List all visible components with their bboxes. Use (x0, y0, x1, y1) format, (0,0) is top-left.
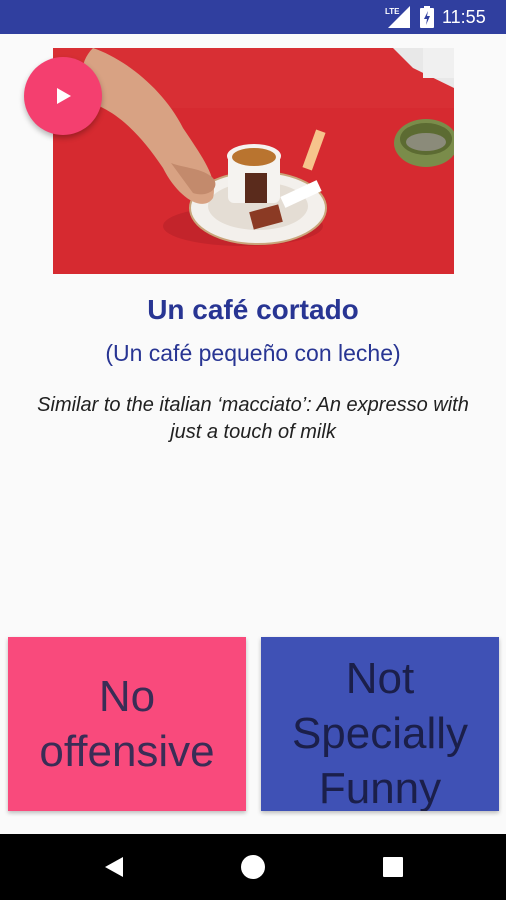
back-icon (105, 857, 123, 877)
answer-right-label: Not Specially Funny (291, 654, 469, 811)
video-thumbnail[interactable] (53, 48, 454, 274)
play-button[interactable] (24, 57, 102, 135)
nav-back-button[interactable] (97, 850, 131, 884)
phrase-title: Un café cortado (147, 294, 359, 325)
status-time: 11:55 (442, 7, 486, 27)
nav-home-button[interactable] (236, 850, 270, 884)
navigation-bar (0, 834, 506, 900)
play-icon (57, 88, 71, 104)
answer-no-offensive-button[interactable]: No offensive (8, 637, 246, 811)
phrase-description: Similar to the italian ‘macciato’: An ex… (37, 394, 469, 443)
coffee-scene-image (53, 48, 454, 274)
answer-not-specially-funny-button[interactable]: Not Specially Funny (261, 637, 499, 811)
battery-icon (420, 6, 434, 28)
nav-recents-button[interactable] (376, 850, 410, 884)
recents-icon (383, 857, 403, 877)
phrase-translation: (Un café pequeño con leche) (105, 340, 401, 366)
lte-signal-icon: LTE (384, 6, 410, 28)
status-bar: LTE 11:55 (0, 0, 506, 34)
home-icon (241, 855, 265, 879)
app-screen: LTE 11:55 Un café cortado (Un café peque… (0, 0, 506, 900)
svg-text:LTE: LTE (385, 7, 400, 16)
answer-left-label: No offensive (39, 672, 215, 776)
